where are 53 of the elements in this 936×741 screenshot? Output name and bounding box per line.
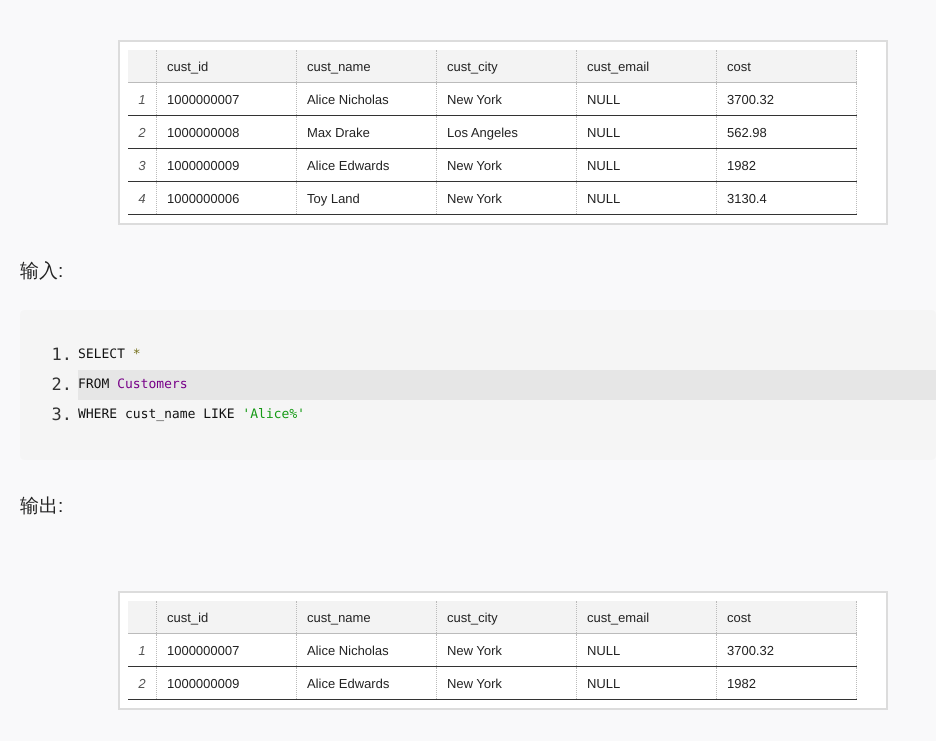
table-cell: New York (436, 182, 576, 214)
table-cell: NULL (576, 634, 716, 666)
column-header: cust_name (296, 601, 436, 634)
row-number: 3 (128, 148, 156, 182)
table-cell: Los Angeles (436, 116, 576, 148)
table-cell: NULL (576, 666, 716, 700)
table-cell: 562.98 (716, 116, 856, 148)
table-cell: New York (436, 666, 576, 700)
table-cell: Toy Land (296, 182, 436, 214)
table-cell: New York (436, 82, 576, 116)
line-number: 3. (52, 405, 72, 425)
column-header: cost (716, 50, 856, 82)
table-cell: 1982 (716, 666, 856, 700)
table-cell: 1000000007 (156, 634, 296, 666)
row-number: 4 (128, 182, 156, 214)
table-cell: 1000000009 (156, 148, 296, 182)
line-number: 2. (52, 375, 72, 395)
row-number: 2 (128, 666, 156, 700)
table-cell: 1000000007 (156, 82, 296, 116)
row-number: 1 (128, 634, 156, 666)
table-cell: Alice Edwards (296, 148, 436, 182)
table-cell: 1000000008 (156, 116, 296, 148)
table-cell: 3700.32 (716, 82, 856, 116)
section-label: 输出: (20, 495, 64, 519)
column-header: cust_city (436, 601, 576, 634)
column-header: cust_id (156, 50, 296, 82)
row-number: 1 (128, 82, 156, 116)
code-line: WHERE cust_name LIKE 'Alice%' (78, 406, 306, 424)
column-header: cust_email (576, 601, 716, 634)
code-line: SELECT * (78, 346, 142, 364)
table-cell: 1000000009 (156, 666, 296, 700)
table-cell: 3700.32 (716, 634, 856, 666)
table-cell: Max Drake (296, 116, 436, 148)
column-header: cust_city (436, 50, 576, 82)
table-cell: Alice Nicholas (296, 82, 436, 116)
table-cell: 1982 (716, 148, 856, 182)
column-header: cust_id (156, 601, 296, 634)
column-header: cust_email (576, 50, 716, 82)
column-header: cust_name (296, 50, 436, 82)
table-cell: Alice Nicholas (296, 634, 436, 666)
table-cell: NULL (576, 182, 716, 214)
table-cell: 3130.4 (716, 182, 856, 214)
table-cell: New York (436, 148, 576, 182)
table-cell: 1000000006 (156, 182, 296, 214)
column-header: cost (716, 601, 856, 634)
table-cell: Alice Edwards (296, 666, 436, 700)
line-number: 1. (52, 345, 72, 365)
table-cell: NULL (576, 116, 716, 148)
table-cell: NULL (576, 148, 716, 182)
row-number: 2 (128, 116, 156, 148)
table-cell: New York (436, 634, 576, 666)
table-cell: NULL (576, 82, 716, 116)
section-label: 输入: (20, 260, 64, 284)
